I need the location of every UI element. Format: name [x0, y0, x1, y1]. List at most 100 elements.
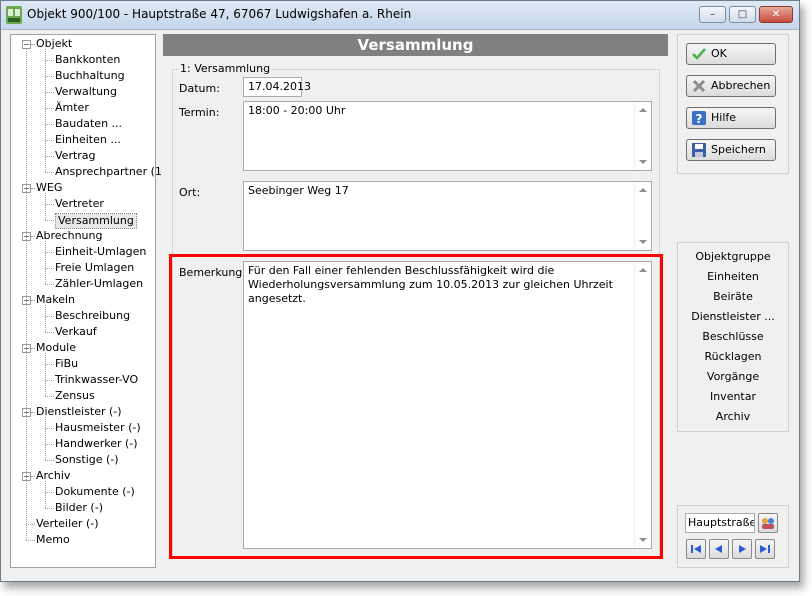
collapse-toggle-icon[interactable]: − — [22, 40, 31, 49]
scroll-up-icon[interactable] — [639, 108, 647, 112]
save-label: Speichern — [711, 143, 766, 156]
tree-connector — [45, 252, 54, 253]
link-vorgänge[interactable]: Vorgänge — [677, 370, 789, 383]
next-record-icon[interactable] — [732, 539, 752, 559]
tree-connector — [45, 76, 54, 77]
bemerkung-line-2: Wiederholungsversammlung zum 10.05.2013 … — [248, 278, 613, 305]
link-dienstleister[interactable]: Dienstleister ... — [677, 310, 789, 323]
tree-item-versammlung[interactable]: Versammlung — [55, 213, 137, 229]
tree-item-ansprechpartner-1[interactable]: Ansprechpartner (1) — [55, 165, 166, 179]
ok-label: OK — [711, 47, 727, 60]
help-button[interactable]: ? Hilfe — [686, 107, 776, 129]
scroll-up-icon[interactable] — [639, 268, 647, 272]
floppy-disk-icon — [691, 142, 707, 158]
link-einheiten[interactable]: Einheiten — [677, 270, 789, 283]
tree-connector — [26, 49, 27, 540]
termin-scrollbar[interactable] — [634, 102, 651, 170]
bemerkung-scrollbar[interactable] — [634, 262, 651, 548]
svg-text:?: ? — [696, 112, 703, 126]
link-archiv[interactable]: Archiv — [677, 410, 789, 423]
minimize-button[interactable]: – — [699, 6, 726, 23]
tree-connector — [45, 417, 46, 460]
tree-connector — [45, 108, 54, 109]
link-beiräte[interactable]: Beiräte — [677, 290, 789, 303]
tree-connector — [31, 300, 35, 301]
tree-connector — [31, 348, 35, 349]
datum-label: Datum: — [179, 82, 220, 95]
tree-connector — [45, 492, 54, 493]
ort-label: Ort: — [179, 186, 201, 199]
termin-field[interactable]: 18:00 - 20:00 Uhr — [243, 101, 652, 171]
tree-item-verkauf[interactable]: Verkauf — [55, 325, 97, 339]
address-field[interactable]: Hauptstraße 47 — [685, 513, 755, 533]
help-label: Hilfe — [711, 111, 737, 124]
previous-record-icon[interactable] — [709, 539, 729, 559]
tree-item-vertreter[interactable]: Vertreter — [55, 197, 104, 211]
tree-connector — [45, 353, 46, 396]
tree-item-fibu[interactable]: FiBu — [55, 357, 78, 371]
tree-connector — [45, 380, 54, 381]
app-logo-icon — [6, 6, 22, 24]
link-beschlüsse[interactable]: Beschlüsse — [677, 330, 789, 343]
tree-item-weg[interactable]: WEG — [36, 181, 62, 195]
help-question-icon: ? — [691, 110, 707, 126]
tree-item-einheiten[interactable]: Einheiten ... — [55, 133, 121, 147]
tree-item-objekt[interactable]: Objekt — [36, 37, 72, 51]
tree-connector — [45, 140, 54, 141]
tree-connector — [45, 396, 54, 397]
tree-item-trinkwasser-vo[interactable]: Trinkwasser-VO — [55, 373, 138, 387]
link-rücklagen[interactable]: Rücklagen — [677, 350, 789, 363]
tree-connector — [31, 476, 35, 477]
tree-item-zähler-umlagen[interactable]: Zähler-Umlagen — [55, 277, 143, 291]
tree-item-buchhaltung[interactable]: Buchhaltung — [55, 69, 125, 83]
tree-item-sonstige[interactable]: Sonstige (-) — [55, 453, 119, 467]
tree-item-einheit-umlagen[interactable]: Einheit-Umlagen — [55, 245, 146, 259]
tree-item-zensus[interactable]: Zensus — [55, 389, 95, 403]
tree-item-freie-umlagen[interactable]: Freie Umlagen — [55, 261, 134, 275]
tree-connector — [26, 540, 35, 541]
tree-item-archiv[interactable]: Archiv — [36, 469, 70, 483]
people-icon[interactable] — [758, 513, 778, 533]
tree-item-handwerker[interactable]: Handwerker (-) — [55, 437, 138, 451]
navigation-tree[interactable]: Objekt − Bankkonten Buchhaltung Verwaltung Äm… — [10, 34, 166, 568]
close-button[interactable]: ✕ — [759, 6, 793, 23]
page-title: Versammlung — [163, 34, 668, 56]
cancel-button[interactable]: Abbrechen — [686, 75, 776, 97]
bemerkung-label: Bemerkung: — [179, 266, 246, 279]
ort-field[interactable]: Seebinger Weg 17 — [243, 181, 652, 251]
ort-scrollbar[interactable] — [634, 182, 651, 250]
tree-item-module[interactable]: Module — [36, 341, 76, 355]
scroll-up-icon[interactable] — [639, 188, 647, 192]
tree-item-bankkonten[interactable]: Bankkonten — [55, 53, 120, 67]
ort-text: Seebinger Weg 17 — [248, 184, 349, 197]
cancel-x-icon — [691, 78, 707, 94]
link-inventar[interactable]: Inventar — [677, 390, 789, 403]
scroll-down-icon[interactable] — [639, 240, 647, 244]
tree-item-baudaten[interactable]: Baudaten ... — [55, 117, 122, 131]
tree-item-verwaltung[interactable]: Verwaltung — [55, 85, 117, 99]
tree-item-makeln[interactable]: Makeln — [36, 293, 75, 307]
tree-item-dokumente[interactable]: Dokumente (-) — [55, 485, 135, 499]
scroll-down-icon[interactable] — [639, 160, 647, 164]
tree-item-verteiler[interactable]: Verteiler (-) — [36, 517, 99, 531]
first-record-icon[interactable] — [686, 539, 706, 559]
scroll-down-icon[interactable] — [639, 538, 647, 542]
tree-item-hausmeister[interactable]: Hausmeister (-) — [55, 421, 141, 435]
tree-item-beschreibung[interactable]: Beschreibung — [55, 309, 130, 323]
tree-item-memo[interactable]: Memo — [36, 533, 70, 547]
tree-item-bilder[interactable]: Bilder (-) — [55, 501, 103, 515]
tree-item-vertrag[interactable]: Vertrag — [55, 149, 96, 163]
tree-item-ämter[interactable]: Ämter — [55, 101, 89, 115]
maximize-button[interactable]: □ — [729, 6, 756, 23]
ok-button[interactable]: OK — [686, 43, 776, 65]
tree-connector — [45, 332, 54, 333]
link-objektgruppe[interactable]: Objektgruppe — [677, 250, 789, 263]
datum-field[interactable]: 17.04.2013 — [243, 77, 311, 97]
last-record-icon[interactable] — [755, 539, 775, 559]
bemerkung-field[interactable]: Für den Fall einer fehlenden Beschlussfä… — [243, 261, 652, 549]
tree-item-dienstleister[interactable]: Dienstleister (-) — [36, 405, 122, 419]
save-button[interactable]: Speichern — [686, 139, 776, 161]
tree-connector — [31, 188, 35, 189]
title-bar[interactable]: Objekt 900/100 - Hauptstraße 47, 67067 L… — [1, 1, 799, 30]
tree-connector — [45, 60, 54, 61]
